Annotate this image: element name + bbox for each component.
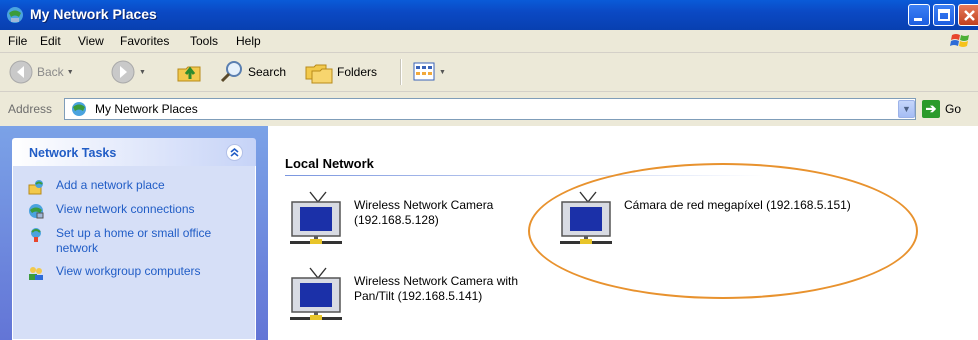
network-tasks-title: Network Tasks — [29, 146, 117, 160]
network-item-label: Wireless Network Camera with Pan/Tilt (1… — [354, 274, 518, 304]
window-title: My Network Places — [30, 6, 157, 22]
network-camera-icon — [290, 267, 342, 320]
toolbar: Back ▼ ▼ Search Folders ▼ — [0, 53, 978, 92]
folders-icon — [305, 64, 333, 84]
item-line1: Wireless Network Camera — [354, 198, 494, 212]
forward-button[interactable]: ▼ — [110, 57, 146, 87]
menu-favorites[interactable]: Favorites — [120, 34, 169, 48]
title-bar[interactable]: My Network Places — [0, 0, 978, 30]
task-setup-home-network[interactable]: Set up a home or small office network — [28, 226, 250, 256]
menu-edit[interactable]: Edit — [40, 34, 61, 48]
task-label: View workgroup computers — [56, 264, 201, 278]
network-connections-icon — [29, 204, 44, 219]
menu-help[interactable]: Help — [236, 34, 261, 48]
item-line2: (192.168.5.128) — [354, 213, 439, 227]
task-view-network-connections[interactable]: View network connections — [28, 202, 250, 219]
back-label: Back — [37, 65, 64, 79]
menu-tools[interactable]: Tools — [190, 34, 218, 48]
back-dropdown-icon[interactable]: ▼ — [67, 69, 74, 76]
address-bar: Address My Network Places ▼ ➔ Go — [0, 92, 978, 126]
maximize-button[interactable] — [933, 4, 955, 26]
workgroup-computers-icon — [29, 267, 43, 280]
collapse-button[interactable] — [226, 144, 243, 161]
network-item[interactable]: Wireless Network Camera (192.168.5.128) — [288, 188, 493, 246]
toolbar-separator — [400, 59, 402, 85]
forward-dropdown-icon[interactable]: ▼ — [139, 69, 146, 76]
search-label: Search — [248, 65, 287, 79]
address-value: My Network Places — [95, 102, 198, 116]
views-dropdown-icon[interactable]: ▼ — [439, 69, 446, 76]
go-label: Go — [945, 102, 962, 116]
menu-view[interactable]: View — [78, 34, 104, 48]
back-button[interactable]: Back ▼ — [8, 57, 74, 87]
minimize-icon — [914, 18, 922, 21]
forward-arrow-icon — [111, 60, 135, 84]
views-icon — [413, 62, 435, 81]
menu-file[interactable]: File — [8, 34, 27, 48]
task-add-network-place[interactable]: Add a network place — [28, 178, 250, 195]
double-chevron-up-icon — [230, 147, 239, 157]
up-folder-icon — [177, 66, 201, 82]
task-label: View network connections — [56, 202, 195, 216]
chevron-down-icon: ▼ — [902, 104, 911, 114]
folders-label: Folders — [337, 65, 378, 79]
group-title: Local Network — [285, 156, 374, 171]
folders-button[interactable]: Folders — [304, 57, 377, 87]
back-arrow-icon — [9, 60, 33, 84]
task-pane: Network Tasks Add a network place View n… — [0, 126, 268, 340]
up-folder-button[interactable] — [176, 57, 204, 87]
network-places-icon — [72, 102, 86, 116]
minimize-button[interactable] — [908, 4, 930, 26]
network-tasks-header[interactable]: Network Tasks — [12, 138, 256, 166]
search-button[interactable]: Search — [219, 57, 286, 87]
task-label: Set up a home or small office network — [56, 226, 212, 255]
item-line1: Wireless Network Camera with — [354, 274, 519, 288]
search-icon — [220, 61, 242, 83]
network-camera-icon — [290, 191, 342, 244]
network-tasks-panel: Network Tasks Add a network place View n… — [12, 138, 256, 340]
go-button[interactable]: ➔ Go — [922, 99, 961, 119]
maximize-icon — [938, 9, 950, 21]
task-label: Add a network place — [56, 178, 165, 192]
network-item-label: Wireless Network Camera (192.168.5.128) — [354, 198, 493, 228]
network-places-icon — [7, 7, 23, 23]
highlight-ellipse — [528, 163, 918, 299]
network-tasks-body: Add a network place View network connect… — [12, 166, 256, 340]
close-icon — [964, 10, 975, 21]
address-input[interactable]: My Network Places — [64, 98, 916, 120]
add-network-place-icon — [28, 180, 43, 195]
home-network-setup-icon — [31, 228, 41, 242]
close-button[interactable] — [958, 4, 978, 26]
network-item[interactable]: Wireless Network Camera with Pan/Tilt (1… — [288, 264, 518, 322]
address-dropdown-button[interactable]: ▼ — [898, 100, 915, 118]
task-view-workgroup-computers[interactable]: View workgroup computers — [28, 264, 250, 281]
go-arrow-icon: ➔ — [922, 100, 940, 118]
item-line2: Pan/Tilt (192.168.5.141) — [354, 289, 483, 303]
menu-bar: File Edit View Favorites Tools Help — [0, 30, 978, 53]
views-button[interactable]: ▼ — [412, 57, 446, 87]
windows-logo-icon — [950, 34, 969, 47]
address-label: Address — [8, 102, 53, 116]
